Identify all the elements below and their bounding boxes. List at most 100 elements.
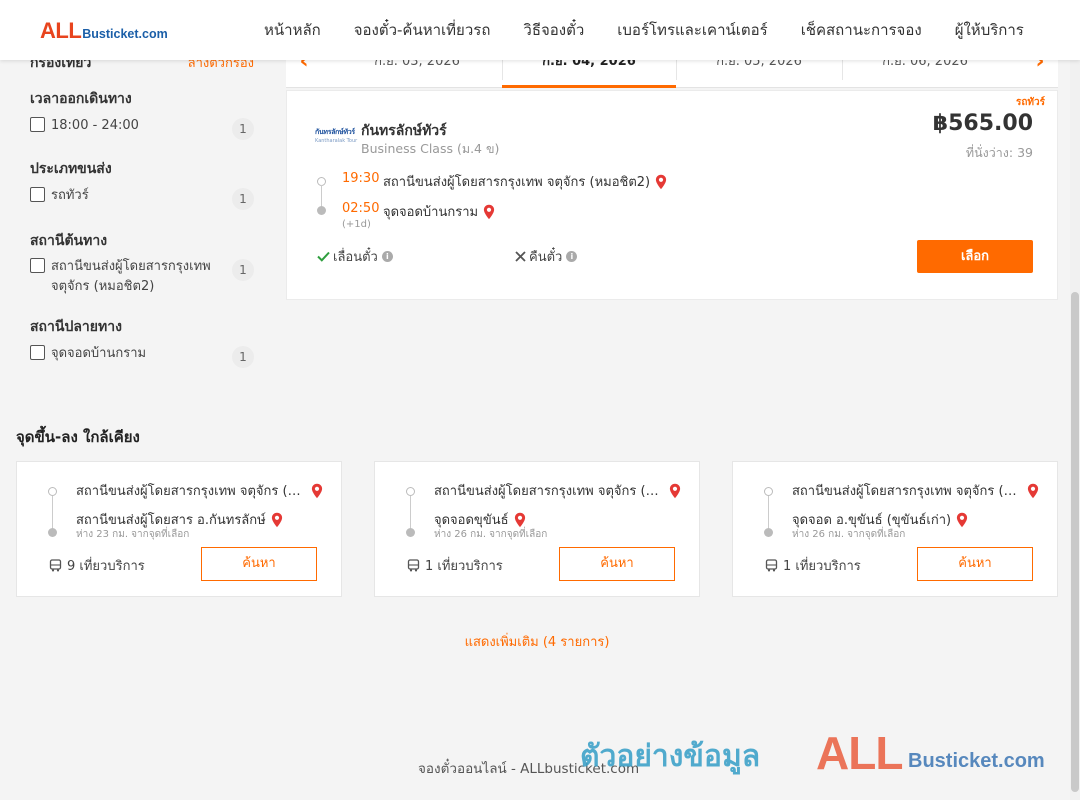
timeline-end-dot	[406, 528, 415, 537]
timeline-start-dot	[48, 487, 57, 496]
filter-option-label: 18:00 - 24:00	[51, 118, 139, 133]
nav-check-booking[interactable]: เช็คสถานะการจอง	[801, 18, 922, 42]
reschedule-label: เลื่อนตั๋ว	[333, 250, 378, 265]
timeline-line	[410, 496, 411, 532]
info-icon[interactable]: i	[566, 251, 578, 262]
nearby-search-button[interactable]: ค้นหา	[559, 547, 675, 581]
nearby-origin: สถานีขนส่งผู้โดยสารกรุงเทพ จตุจักร (หมอช…	[76, 480, 331, 501]
filter-option-origin[interactable]: สถานีขนส่งผู้โดยสารกรุงเทพ จตุจักร (หมอช…	[30, 257, 254, 297]
info-icon[interactable]: i	[381, 251, 393, 262]
count-badge: 1	[232, 346, 254, 368]
filter-option-label: จุดจอดบ้านกราม	[51, 346, 147, 361]
filter-option-destination[interactable]: จุดจอดบ้านกราม 1	[30, 344, 254, 368]
nearby-origin-label: สถานีขนส่งผู้โดยสารกรุงเทพ จตุจักร (หมอช…	[792, 484, 1022, 499]
nearby-origin-label: สถานีขนส่งผู้โดยสารกรุงเทพ จตุจักร (หมอช…	[76, 484, 306, 499]
checkbox[interactable]	[30, 187, 45, 202]
bus-icon	[407, 559, 420, 572]
refund-label: คืนตั๋ว	[529, 250, 563, 265]
operator-logo: กันทรลักษ์ทัวร์ Kantharalak Tour	[315, 127, 358, 147]
scrollbar-thumb[interactable]	[1071, 292, 1079, 792]
bus-icon	[765, 559, 778, 572]
next-day-indicator: (+1d)	[342, 219, 371, 230]
nearby-search-button[interactable]: ค้นหา	[917, 547, 1033, 581]
nearby-origin: สถานีขนส่งผู้โดยสารกรุงเทพ จตุจักร (หมอช…	[792, 480, 1047, 501]
map-pin-icon[interactable]	[669, 483, 681, 499]
map-pin-icon[interactable]	[483, 204, 495, 220]
timeline-end-dot	[764, 528, 773, 537]
nearby-distance: ห่าง 23 กม. จากจุดที่เลือก	[76, 529, 190, 540]
nearby-distance: ห่าง 26 กม. จากจุดที่เลือก	[792, 529, 906, 540]
checkbox[interactable]	[30, 345, 45, 360]
logo-all: ALL	[40, 18, 82, 43]
nearby-origin: สถานีขนส่งผู้โดยสารกรุงเทพ จตุจักร (หมอช…	[434, 480, 689, 501]
sample-data-watermark: ตัวอย่างข้อมูล	[580, 739, 761, 774]
operator-logo-subtext: Kantharalak Tour	[315, 138, 358, 144]
top-header: ALL Busticket.com หน้าหลัก จองตั๋ว-ค้นหา…	[0, 0, 1080, 60]
available-seats: ที่นั่งว่าง: 39	[965, 145, 1033, 160]
timeline-line	[52, 496, 53, 532]
departure-stop: สถานีขนส่งผู้โดยสารกรุงเทพ จตุจักร (หมอช…	[383, 171, 667, 192]
timeline-end-dot	[48, 528, 57, 537]
arrival-time: 02:50	[342, 201, 380, 216]
map-pin-icon[interactable]	[655, 174, 667, 190]
map-pin-icon[interactable]	[956, 512, 968, 528]
refund-policy: คืนตั๋ว i	[515, 246, 578, 267]
filter-option-transport[interactable]: รถทัวร์ 1	[30, 186, 254, 210]
checkbox[interactable]	[30, 258, 45, 273]
checkbox[interactable]	[30, 117, 45, 132]
watermark-logo-all: ALL	[816, 727, 903, 779]
filter-group-origin: สถานีต้นทาง	[30, 233, 108, 249]
nav-book-search[interactable]: จองตั๋ว-ค้นหาเที่ยวรถ	[354, 18, 491, 42]
nearby-distance: ห่าง 26 กม. จากจุดที่เลือก	[434, 529, 548, 540]
transport-type-tag: รถทัวร์	[1015, 97, 1045, 108]
nearby-trip-count: 1 เที่ยวบริการ	[407, 555, 503, 576]
nearby-search-button[interactable]: ค้นหา	[201, 547, 317, 581]
count-badge: 1	[232, 259, 254, 281]
timeline-start-dot	[406, 487, 415, 496]
nearby-route-card: สถานีขนส่งผู้โดยสารกรุงเทพ จตุจักร (หมอช…	[374, 461, 700, 597]
nav-how-to-book[interactable]: วิธีจองตั๋ว	[523, 18, 584, 42]
filter-group-departure-time: เวลาออกเดินทาง	[30, 91, 132, 107]
nearby-stops-title: จุดขึ้น-ลง ใกล้เคียง	[16, 428, 140, 446]
trip-result-card: รถทัวร์ กันทรลักษ์ทัวร์ Kantharalak Tour…	[286, 90, 1058, 300]
bus-class: Business Class (ม.4 ข)	[361, 141, 500, 156]
nearby-route-card: สถานีขนส่งผู้โดยสารกรุงเทพ จตุจักร (หมอช…	[16, 461, 342, 597]
departure-stop-label: สถานีขนส่งผู้โดยสารกรุงเทพ จตุจักร (หมอช…	[383, 175, 651, 190]
logo-domain: Busticket.com	[82, 27, 168, 41]
timeline-end-dot	[317, 206, 326, 215]
reschedule-policy: เลื่อนตั๋ว i	[317, 246, 393, 267]
watermark-logo-domain: Busticket.com	[908, 750, 1045, 772]
site-logo[interactable]: ALL Busticket.com	[40, 18, 168, 44]
departure-time: 19:30	[342, 171, 380, 186]
bus-icon	[49, 559, 62, 572]
nav-phone-counters[interactable]: เบอร์โทรและเคาน์เตอร์	[617, 18, 767, 42]
check-icon	[317, 251, 330, 262]
nearby-trip-count: 9 เที่ยวบริการ	[49, 555, 145, 576]
select-trip-button[interactable]: เลือก	[917, 240, 1033, 273]
filter-option-label: รถทัวร์	[51, 188, 89, 203]
filter-option-label: สถานีขนส่งผู้โดยสารกรุงเทพ จตุจักร (หมอช…	[51, 259, 211, 294]
trip-count-label: 1 เที่ยวบริการ	[425, 559, 503, 574]
count-badge: 1	[232, 188, 254, 210]
map-pin-icon[interactable]	[271, 512, 283, 528]
nearby-route-card: สถานีขนส่งผู้โดยสารกรุงเทพ จตุจักร (หมอช…	[732, 461, 1058, 597]
show-more-link[interactable]: แสดงเพิ่มเติม (4 รายการ)	[0, 631, 1074, 652]
timeline-start-dot	[764, 487, 773, 496]
arrival-stop: จุดจอดบ้านกราม	[383, 201, 495, 222]
filter-group-transport-type: ประเภทขนส่ง	[30, 161, 112, 177]
map-pin-icon[interactable]	[1027, 483, 1039, 499]
cross-icon	[515, 251, 526, 262]
nav-home[interactable]: หน้าหลัก	[264, 18, 321, 42]
map-pin-icon[interactable]	[311, 483, 323, 499]
arrival-stop-label: จุดจอดบ้านกราม	[383, 205, 479, 220]
map-pin-icon[interactable]	[514, 512, 526, 528]
nearby-trip-count: 1 เที่ยวบริการ	[765, 555, 861, 576]
nearby-origin-label: สถานีขนส่งผู้โดยสารกรุงเทพ จตุจักร (หมอช…	[434, 484, 664, 499]
ticket-price: ฿565.00	[932, 111, 1033, 136]
filter-option-time[interactable]: 18:00 - 24:00 1	[30, 116, 254, 140]
nav-operators[interactable]: ผู้ให้บริการ	[955, 18, 1024, 42]
count-badge: 1	[232, 118, 254, 140]
operator-logo-text: กันทรลักษ์ทัวร์	[315, 128, 355, 136]
trip-count-label: 1 เที่ยวบริการ	[783, 559, 861, 574]
filter-group-destination: สถานีปลายทาง	[30, 319, 122, 335]
